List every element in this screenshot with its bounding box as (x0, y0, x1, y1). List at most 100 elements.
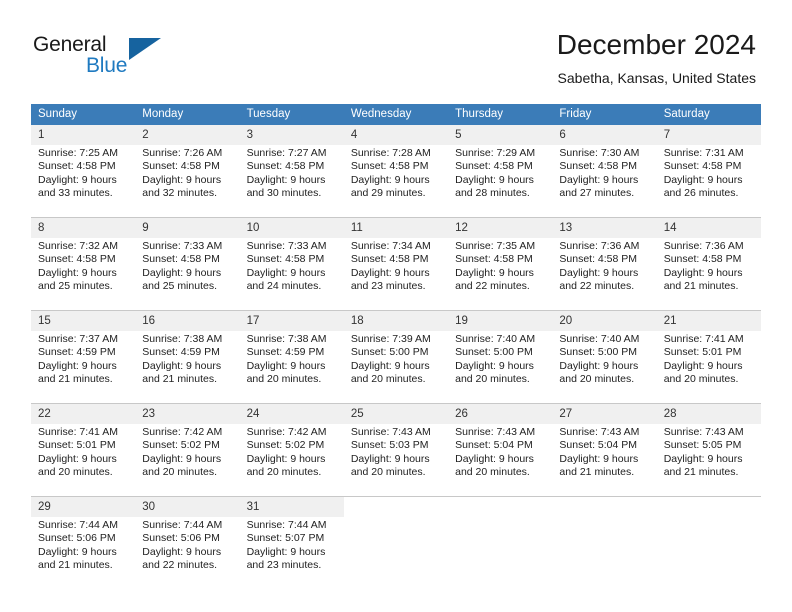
day-number-row: 1 2 3 4 5 6 7 (31, 125, 761, 145)
day-cell: Sunrise: 7:39 AM Sunset: 5:00 PM Dayligh… (343, 331, 449, 404)
day-number[interactable]: 3 (239, 125, 344, 145)
daylight-text-line1: Daylight: 9 hours (246, 173, 326, 186)
sunset-text: Sunset: 4:58 PM (559, 253, 638, 266)
day-cell: Sunrise: 7:43 AM Sunset: 5:04 PM Dayligh… (448, 424, 553, 497)
daylight-text-line1: Daylight: 9 hours (559, 452, 639, 465)
daylight-text-line2: and 23 minutes. (350, 280, 426, 293)
sunset-text: Sunset: 5:05 PM (663, 439, 742, 452)
sunrise-text: Sunrise: 7:31 AM (663, 147, 744, 159)
day-cell: Sunrise: 7:41 AM Sunset: 5:01 PM Dayligh… (31, 424, 136, 497)
daylight-text-line2: and 21 minutes. (38, 373, 113, 386)
day-cell: Sunrise: 7:27 AM Sunset: 4:58 PM Dayligh… (239, 145, 344, 218)
day-number[interactable]: 15 (31, 310, 136, 331)
daylight-text-line1: Daylight: 9 hours (142, 266, 222, 279)
day-number[interactable]: 12 (448, 217, 553, 238)
day-cell: Sunrise: 7:37 AM Sunset: 4:59 PM Dayligh… (31, 331, 136, 404)
daylight-text-line1: Daylight: 9 hours (246, 266, 326, 279)
day-number-row: 15 16 17 18 19 20 21 (31, 310, 761, 331)
daylight-text-line1: Daylight: 9 hours (350, 359, 430, 372)
day-number[interactable]: 6 (552, 125, 657, 145)
daylight-text-line2: and 20 minutes. (142, 466, 217, 479)
day-cell: Sunrise: 7:38 AM Sunset: 4:59 PM Dayligh… (239, 331, 344, 404)
day-number[interactable]: 27 (552, 403, 657, 424)
sunrise-text: Sunrise: 7:33 AM (246, 240, 327, 252)
sunset-text: Sunset: 5:00 PM (455, 346, 533, 359)
brand-name-blue: Blue (86, 54, 128, 77)
daylight-text-line2: and 20 minutes. (246, 466, 322, 479)
daylight-text-line1: Daylight: 9 hours (559, 266, 639, 279)
sunrise-text: Sunrise: 7:38 AM (142, 333, 223, 345)
daylight-text-line1: Daylight: 9 hours (142, 359, 222, 372)
day-number[interactable]: 10 (239, 217, 344, 238)
weekday-header-row: Sunday Monday Tuesday Wednesday Thursday… (31, 104, 761, 125)
day-number[interactable]: 5 (448, 125, 553, 145)
week-row: 29 30 31 Sunrise: 7:44 AM Sunset: 5:06 P… (31, 496, 761, 589)
day-number[interactable]: 28 (656, 403, 761, 424)
day-cell: Sunrise: 7:35 AM Sunset: 4:58 PM Dayligh… (448, 238, 553, 311)
day-number[interactable]: 21 (656, 310, 761, 331)
day-number[interactable]: 26 (448, 403, 553, 424)
daylight-text-line2: and 22 minutes. (455, 280, 530, 293)
day-number[interactable]: 22 (31, 403, 136, 424)
day-number[interactable]: 25 (343, 403, 449, 424)
calendar-grid: Sunday Monday Tuesday Wednesday Thursday… (31, 104, 761, 589)
brand-logo[interactable]: General Blue (33, 33, 213, 83)
day-number[interactable]: 7 (656, 125, 761, 145)
day-number[interactable]: 31 (239, 496, 344, 517)
day-number[interactable]: 24 (239, 403, 344, 424)
day-number[interactable]: 14 (656, 217, 761, 238)
sunset-text: Sunset: 4:58 PM (663, 253, 742, 266)
sunset-text: Sunset: 4:58 PM (142, 253, 220, 266)
day-cell: Sunrise: 7:30 AM Sunset: 4:58 PM Dayligh… (552, 145, 657, 218)
sunrise-text: Sunrise: 7:40 AM (559, 333, 640, 345)
sunrise-text: Sunrise: 7:44 AM (142, 519, 223, 531)
sunset-text: Sunset: 4:58 PM (246, 160, 325, 173)
page-subtitle: Sabetha, Kansas, United States (557, 70, 756, 86)
day-cell: Sunrise: 7:31 AM Sunset: 4:58 PM Dayligh… (656, 145, 761, 218)
daylight-text-line2: and 33 minutes. (38, 187, 113, 200)
day-number[interactable]: 20 (552, 310, 657, 331)
sunrise-text: Sunrise: 7:25 AM (38, 147, 118, 159)
sunset-text: Sunset: 4:58 PM (663, 160, 742, 173)
daylight-text-line2: and 22 minutes. (559, 280, 635, 293)
day-number[interactable]: 19 (448, 310, 553, 331)
day-number[interactable]: 17 (239, 310, 344, 331)
day-number[interactable]: 9 (135, 217, 240, 238)
day-detail-row: Sunrise: 7:37 AM Sunset: 4:59 PM Dayligh… (31, 331, 761, 404)
sunrise-text: Sunrise: 7:41 AM (663, 333, 744, 345)
day-number[interactable]: 8 (31, 217, 136, 238)
day-number[interactable]: 29 (31, 496, 136, 517)
day-cell: Sunrise: 7:33 AM Sunset: 4:58 PM Dayligh… (135, 238, 240, 311)
daylight-text-line1: Daylight: 9 hours (38, 452, 117, 465)
sunset-text: Sunset: 4:58 PM (455, 160, 533, 173)
sunset-text: Sunset: 4:58 PM (559, 160, 638, 173)
sunset-text: Sunset: 5:07 PM (246, 532, 325, 545)
day-number[interactable]: 16 (135, 310, 240, 331)
sunset-text: Sunset: 5:06 PM (142, 532, 220, 545)
day-cell: Sunrise: 7:44 AM Sunset: 5:07 PM Dayligh… (239, 517, 344, 589)
day-detail-row: Sunrise: 7:41 AM Sunset: 5:01 PM Dayligh… (31, 424, 761, 497)
day-cell-empty (448, 517, 553, 589)
day-cell: Sunrise: 7:32 AM Sunset: 4:58 PM Dayligh… (31, 238, 136, 311)
daylight-text-line1: Daylight: 9 hours (455, 266, 534, 279)
daylight-text-line1: Daylight: 9 hours (663, 266, 743, 279)
daylight-text-line2: and 25 minutes. (142, 280, 217, 293)
sunrise-text: Sunrise: 7:32 AM (38, 240, 118, 252)
sunrise-text: Sunrise: 7:36 AM (663, 240, 744, 252)
day-cell-empty (552, 517, 657, 589)
sunset-text: Sunset: 5:03 PM (350, 439, 429, 452)
day-number[interactable]: 11 (343, 217, 449, 238)
day-number[interactable]: 1 (31, 125, 136, 145)
sunrise-text: Sunrise: 7:42 AM (142, 426, 223, 438)
triangle-icon (129, 38, 161, 60)
day-number[interactable]: 2 (135, 125, 240, 145)
sunrise-text: Sunrise: 7:35 AM (455, 240, 536, 252)
weekday-header-tuesday: Tuesday (239, 104, 344, 125)
day-number[interactable]: 18 (343, 310, 449, 331)
day-number[interactable]: 4 (343, 125, 449, 145)
day-number[interactable]: 30 (135, 496, 240, 517)
day-number[interactable]: 13 (552, 217, 657, 238)
sunrise-text: Sunrise: 7:28 AM (350, 147, 431, 159)
day-detail-row: Sunrise: 7:44 AM Sunset: 5:06 PM Dayligh… (31, 517, 761, 589)
day-number[interactable]: 23 (135, 403, 240, 424)
